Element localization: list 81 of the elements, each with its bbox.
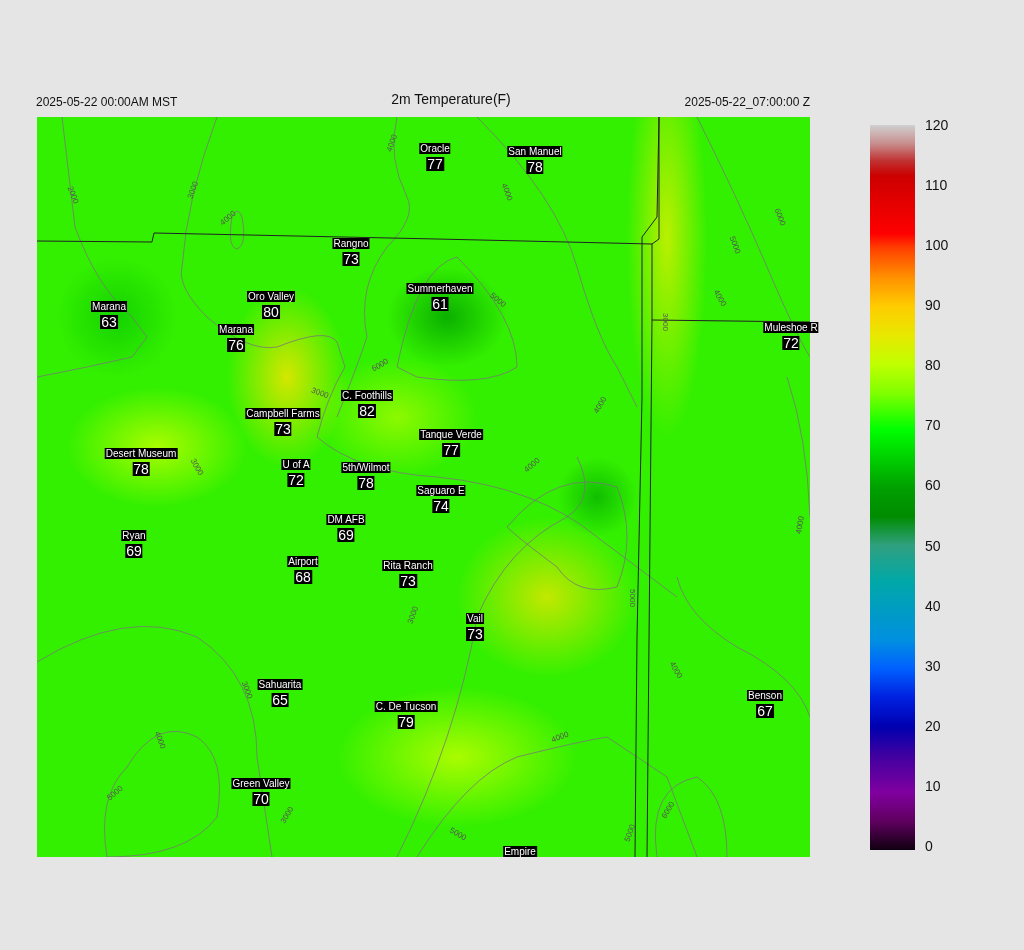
scale-tick-label: 40 <box>925 597 942 614</box>
station-name: Muleshoe R <box>763 322 819 333</box>
temperature-value: 77 <box>442 443 460 457</box>
contour-label: 6000 <box>370 356 390 374</box>
temperature-value: 63 <box>100 315 118 329</box>
scale-tick-label: 30 <box>925 657 942 674</box>
temperature-value: 73 <box>274 422 292 436</box>
station-name: C. De Tucson <box>374 701 438 712</box>
station-name: Summerhaven <box>406 283 474 294</box>
station-name: U of A <box>281 459 311 470</box>
scale-tick-label: 60 <box>925 477 942 494</box>
temperature-value: 79 <box>397 715 415 729</box>
valid-time: 2025-05-22 00:00AM MST <box>36 95 178 109</box>
station-name: Green Valley <box>231 778 291 789</box>
station-name: DM AFB <box>326 514 366 525</box>
temperature-value: 72 <box>782 336 800 350</box>
temperature-value: 73 <box>466 627 484 641</box>
station-name: Benson <box>747 690 783 701</box>
station-name: Oracle <box>419 143 451 154</box>
station-name: C. Foothills <box>341 390 393 401</box>
station-name: 5th/Wilmot <box>341 462 391 473</box>
contour-label: 4000 <box>384 133 400 153</box>
station-name: Empire <box>503 846 537 857</box>
model-time: 2025-05-22_07:00:00 Z <box>684 95 810 109</box>
scale-tick-label: 100 <box>925 237 949 254</box>
contour-label: 4000 <box>794 515 806 535</box>
temperature-value: 78 <box>132 462 150 476</box>
station-name: Saguaro E <box>416 485 466 496</box>
temperature-value: 78 <box>526 160 544 174</box>
temperature-value: 82 <box>358 404 376 418</box>
station-name: San Manuel <box>507 146 563 157</box>
temperature-value: 69 <box>337 528 355 542</box>
temperature-value: 77 <box>426 157 444 171</box>
station-name: Vail <box>466 613 484 624</box>
temperature-value: 72 <box>287 473 305 487</box>
temperature-value: 73 <box>399 574 417 588</box>
scale-tick-label: 90 <box>925 297 942 314</box>
contour-label: 3000 <box>310 385 330 401</box>
contour-label: 4000 <box>152 730 168 750</box>
scale-tick-label: 20 <box>925 717 942 734</box>
scale-tick-label: 110 <box>925 177 949 194</box>
temperature-value: 74 <box>432 499 450 513</box>
temperature-value: 69 <box>125 544 143 558</box>
scale-tick-label: 10 <box>925 777 942 794</box>
temperature-value: 80 <box>262 305 280 319</box>
contour-label: 5000 <box>622 823 638 843</box>
scale-tick-label: 0 <box>925 837 934 854</box>
contour-label: 3000 <box>405 605 421 625</box>
contour-label: 5000 <box>448 825 468 843</box>
station-name: Tanque Verde <box>419 429 483 440</box>
scale-tick-label: 70 <box>925 417 942 434</box>
temperature-value: 68 <box>294 570 312 584</box>
scale-tick-label: 120 <box>925 117 949 133</box>
chart-title: 2m Temperature(F) <box>391 91 511 107</box>
station-name: Oro Valley <box>247 291 295 302</box>
station-name: Marana <box>91 301 127 312</box>
contour-label: 6000 <box>772 207 788 227</box>
scale-tick-label: 50 <box>925 537 942 554</box>
station-name: Sahuarita <box>257 679 303 690</box>
temperature-value: 78 <box>357 476 375 490</box>
station-name: Campbell Farms <box>245 408 321 419</box>
contour-label: 4000 <box>550 729 570 745</box>
station-name: Marana <box>218 324 254 335</box>
contour-label: 5000 <box>727 235 743 255</box>
station-name: Desert Museum <box>104 448 178 459</box>
station-name: Ryan <box>121 530 147 541</box>
temperature-value: 65 <box>271 693 289 707</box>
temperature-value: 76 <box>227 338 245 352</box>
station-name: Rita Ranch <box>382 560 434 571</box>
temperature-value: 70 <box>252 792 270 806</box>
contour-label: 5000 <box>627 589 637 607</box>
contour-label: 3000 <box>185 180 201 200</box>
temperature-value: 67 <box>756 704 774 718</box>
contour-label: 3000 <box>239 680 255 700</box>
contour-label: 4000 <box>499 182 515 202</box>
temperature-value: 61 <box>431 297 449 311</box>
station-name: Rangno <box>332 238 370 249</box>
scale-tick-label: 80 <box>925 357 942 374</box>
station-name: Airport <box>287 556 319 567</box>
temperature-value: 73 <box>342 252 360 266</box>
contour-label: 2000 <box>65 185 81 205</box>
